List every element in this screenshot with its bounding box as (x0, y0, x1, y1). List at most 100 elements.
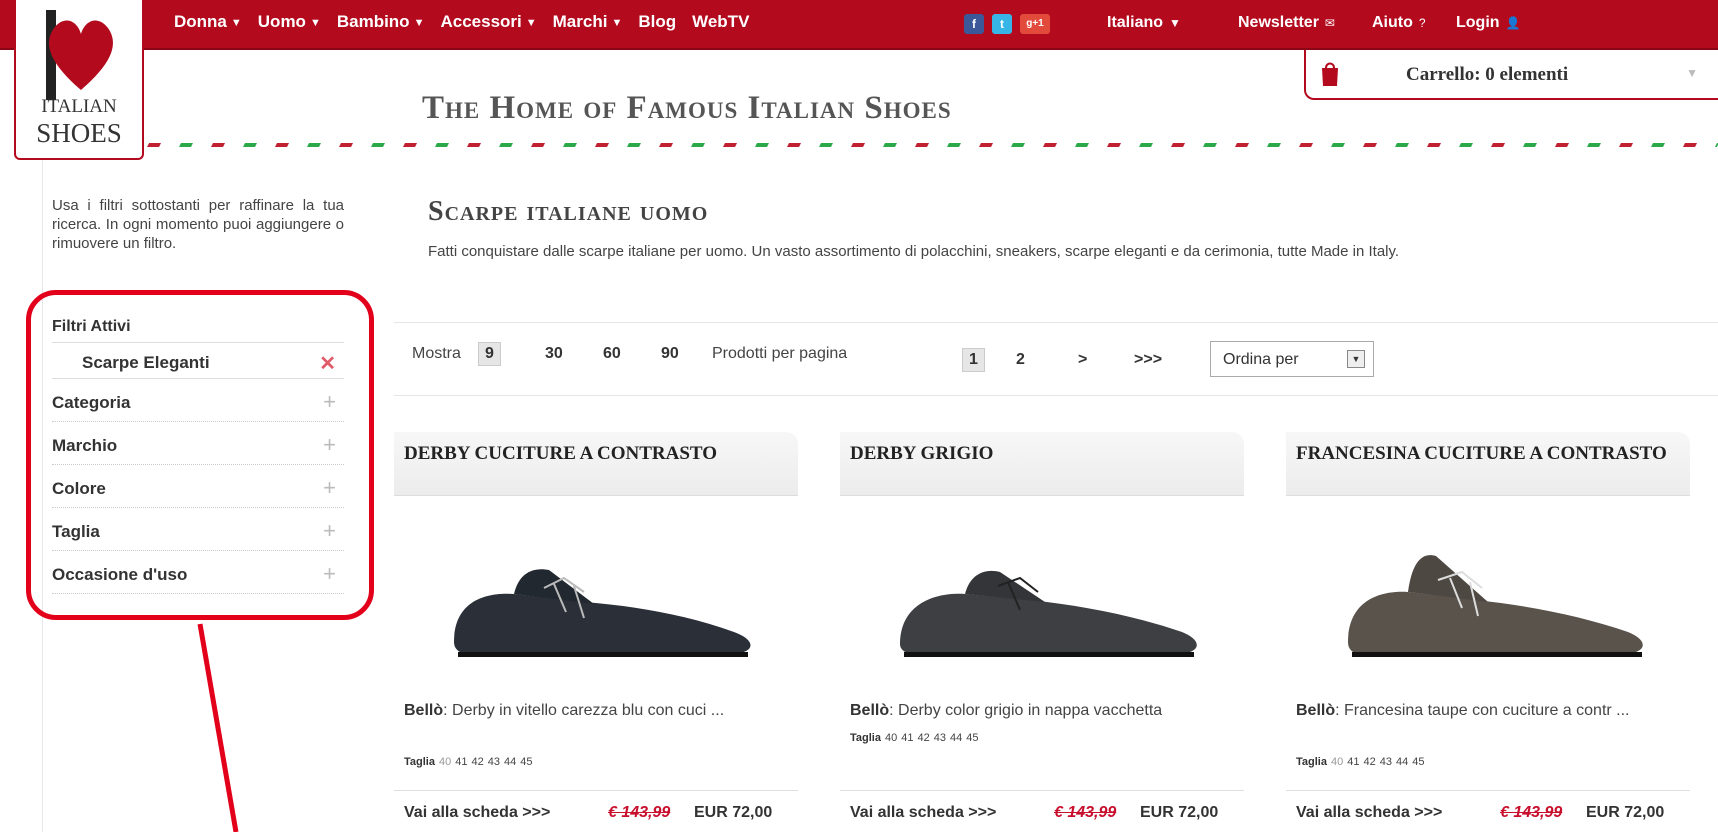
size-option[interactable]: 41 (901, 732, 913, 744)
nav-donna[interactable]: Donna ▼ (174, 12, 242, 32)
page-2[interactable]: 2 (1016, 351, 1025, 369)
product-name[interactable]: DERBY CUCITURE A CONTRASTO (404, 444, 784, 464)
product-desc-text: : Derby color grigio in nappa vacchetta (889, 702, 1163, 719)
size-option[interactable]: 44 (950, 732, 962, 744)
size-label: Taglia (1296, 756, 1327, 768)
main-nav: Donna ▼ Uomo ▼ Bambino ▼ Accessori ▼ Marchi ▼… (174, 12, 765, 32)
chevron-down-icon: ▼ (309, 17, 321, 29)
facebook-icon[interactable]: f (964, 14, 984, 34)
chevron-down-icon: ▼ (413, 17, 425, 29)
size-option[interactable]: 41 (1347, 756, 1359, 768)
product-brand: Bellò (404, 702, 444, 719)
cart-widget[interactable]: Carrello: 0 elementi ▼ (1304, 50, 1718, 100)
size-option[interactable]: 41 (455, 756, 467, 768)
results-toolbar: Mostra 9 30 60 90 Prodotti per pagina 1 … (394, 322, 1718, 396)
old-price: € 143,99 (608, 804, 671, 821)
chevron-down-icon: ▼ (1169, 16, 1181, 30)
card-divider (394, 790, 798, 791)
view-product-link[interactable]: Vai alla scheda >>> (404, 804, 550, 822)
size-option[interactable]: 42 (471, 756, 483, 768)
product-sizes: Taglia 40 41 42 43 44 45 (404, 756, 536, 768)
nav-accessori[interactable]: Accessori ▼ (440, 12, 536, 32)
product-image[interactable] (434, 522, 764, 672)
view-product-link[interactable]: Vai alla scheda >>> (1296, 804, 1442, 822)
product-header: DERBY GRIGIO (840, 432, 1244, 496)
per-page-label: Prodotti per pagina (712, 345, 848, 362)
product-desc-text: : Francesina taupe con cuciture a contr … (1335, 702, 1630, 719)
page-1[interactable]: 1 (962, 348, 985, 372)
size-label: Taglia (850, 732, 881, 744)
size-label: Taglia (404, 756, 435, 768)
logo-text-line2: SHOES (36, 118, 122, 148)
language-selector[interactable]: Italiano ▼ (1107, 14, 1181, 32)
last-page[interactable]: >>> (1134, 351, 1162, 369)
twitter-icon[interactable]: t (992, 14, 1012, 34)
login-link[interactable]: Login 👤 (1456, 14, 1521, 32)
show-label: Mostra (412, 345, 461, 362)
product-image[interactable] (880, 522, 1210, 672)
chevron-down-icon: ▼ (230, 17, 242, 29)
nav-uomo[interactable]: Uomo ▼ (258, 12, 321, 32)
size-option[interactable]: 43 (934, 732, 946, 744)
size-option[interactable]: 44 (504, 756, 516, 768)
product-header: DERBY CUCITURE A CONTRASTO (394, 432, 798, 496)
user-icon: 👤 (1505, 16, 1521, 30)
size-option[interactable]: 45 (966, 732, 978, 744)
old-price: € 143,99 (1500, 804, 1563, 821)
per-page-30[interactable]: 30 (545, 345, 563, 363)
nav-marchi[interactable]: Marchi ▼ (553, 12, 623, 32)
chevron-down-icon[interactable]: ▼ (1686, 66, 1698, 80)
social-links: f t g+1 (964, 14, 1058, 34)
product-brand: Bellò (1296, 702, 1336, 719)
dropdown-arrow-icon[interactable]: ▼ (1347, 350, 1365, 368)
heart-logo-icon (46, 10, 113, 100)
product-brand: Bellò (850, 702, 890, 719)
nav-blog[interactable]: Blog (638, 12, 676, 32)
size-option[interactable]: 40 (1331, 756, 1343, 768)
size-option[interactable]: 43 (488, 756, 500, 768)
site-logo[interactable]: ITALIAN SHOES (14, 0, 144, 160)
help-link[interactable]: Aiuto? (1372, 14, 1426, 32)
next-page[interactable]: > (1078, 351, 1087, 369)
product-sizes: Taglia 40 41 42 43 44 45 (1296, 756, 1428, 768)
product-card: FRANCESINA CUCITURE A CONTRASTO Bellò: F… (1286, 432, 1690, 832)
size-option[interactable]: 43 (1380, 756, 1392, 768)
current-price: EUR 72,00 (1140, 804, 1219, 821)
size-option[interactable]: 45 (520, 756, 532, 768)
page-description: Fatti conquistare dalle scarpe italiane … (428, 243, 1400, 260)
product-desc-text: : Derby in vitello carezza blu con cuci … (443, 702, 725, 719)
page-title: Scarpe italiane uomo (428, 196, 709, 227)
size-option[interactable]: 45 (1412, 756, 1424, 768)
sort-select[interactable]: Ordina per ▼ (1210, 341, 1374, 377)
product-card: DERBY GRIGIO Bellò: Derby color grigio i… (840, 432, 1244, 832)
current-price: EUR 72,00 (694, 804, 773, 821)
size-option[interactable]: 42 (917, 732, 929, 744)
decorative-divider (146, 143, 1718, 147)
chevron-down-icon: ▼ (525, 17, 537, 29)
product-description: Bellò: Francesina taupe con cuciture a c… (1296, 700, 1680, 722)
current-price: EUR 72,00 (1586, 804, 1665, 821)
nav-bambino[interactable]: Bambino ▼ (337, 12, 425, 32)
per-page-90[interactable]: 90 (661, 345, 679, 363)
top-bar: Donna ▼ Uomo ▼ Bambino ▼ Accessori ▼ Marchi ▼… (0, 0, 1718, 50)
size-option[interactable]: 40 (885, 732, 897, 744)
product-image[interactable] (1326, 522, 1656, 672)
google-plus-icon[interactable]: g+1 (1020, 14, 1050, 34)
product-card: DERBY CUCITURE A CONTRASTO Bellò: Derby … (394, 432, 798, 832)
newsletter-link[interactable]: Newsletter ✉ (1238, 14, 1335, 32)
cart-label: Carrello: 0 elementi (1406, 64, 1569, 85)
size-option[interactable]: 42 (1363, 756, 1375, 768)
per-page-9[interactable]: 9 (478, 342, 501, 366)
envelope-icon: ✉ (1324, 16, 1335, 30)
size-option[interactable]: 44 (1396, 756, 1408, 768)
product-header: FRANCESINA CUCITURE A CONTRASTO (1286, 432, 1690, 496)
size-option[interactable]: 40 (439, 756, 451, 768)
old-price: € 143,99 (1054, 804, 1117, 821)
product-name[interactable]: FRANCESINA CUCITURE A CONTRASTO (1296, 444, 1676, 464)
view-product-link[interactable]: Vai alla scheda >>> (850, 804, 996, 822)
nav-webtv[interactable]: WebTV (692, 12, 749, 32)
product-name[interactable]: DERBY GRIGIO (850, 444, 1230, 464)
per-page-60[interactable]: 60 (603, 345, 621, 363)
card-divider (1286, 790, 1690, 791)
product-sizes: Taglia 40 41 42 43 44 45 (850, 732, 982, 744)
